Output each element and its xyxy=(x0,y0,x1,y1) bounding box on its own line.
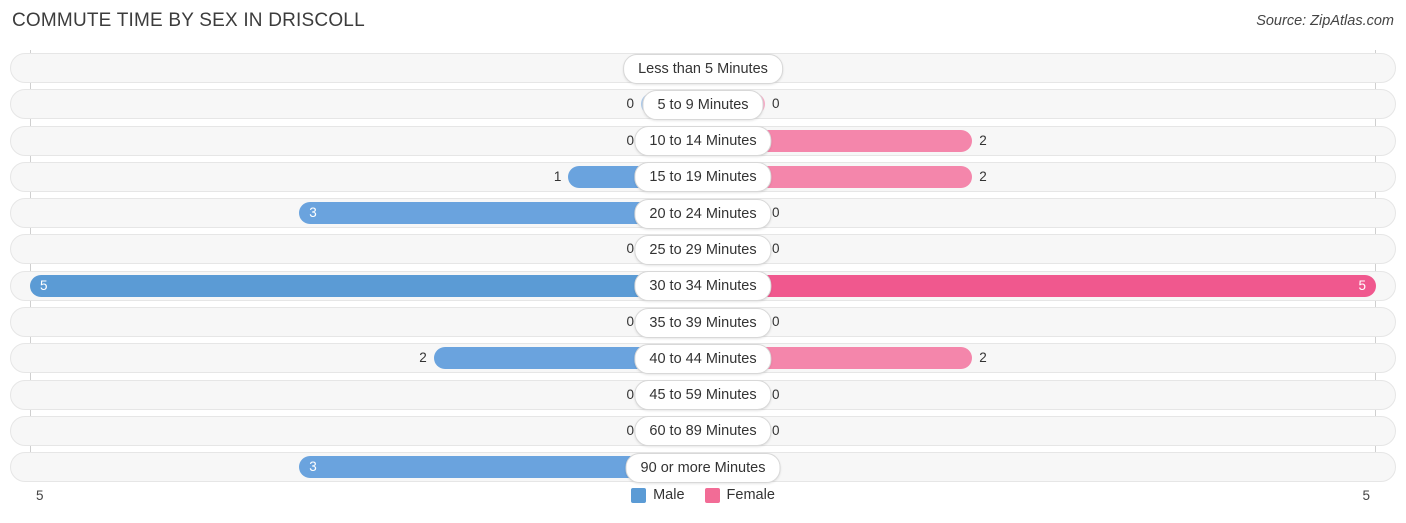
male-value-label: 3 xyxy=(309,459,317,475)
female-value-label: 2 xyxy=(979,168,987,184)
category-label: Less than 5 Minutes xyxy=(623,53,783,84)
male-value-label: 3 xyxy=(309,205,317,221)
male-value-label: 0 xyxy=(626,386,634,402)
female-value-label: 2 xyxy=(979,350,987,366)
commute-time-chart: COMMUTE TIME BY SEX IN DRISCOLL Source: … xyxy=(0,0,1406,523)
chart-row: 00Less than 5 Minutes xyxy=(0,50,1406,86)
chart-row: 1 2 15 to 19 Minutes xyxy=(0,159,1406,195)
chart-row: 0 0 45 to 59 Minutes xyxy=(0,377,1406,413)
chart-row: 0 0 35 to 39 Minutes xyxy=(0,304,1406,340)
female-bar: 5 xyxy=(703,274,1376,297)
chart-row: 0 0 60 to 89 Minutes xyxy=(0,413,1406,449)
female-value-label: 0 xyxy=(772,96,780,112)
female-value-label: 0 xyxy=(772,386,780,402)
category-label: 90 or more Minutes xyxy=(625,452,781,483)
category-label: 20 to 24 Minutes xyxy=(634,198,772,229)
male-value-label: 0 xyxy=(626,422,634,438)
male-bar: 5 xyxy=(30,274,703,297)
chart-row: 0 0 5 to 9 Minutes xyxy=(0,86,1406,122)
chart-row: 2 2 40 to 44 Minutes xyxy=(0,340,1406,376)
legend-swatch-icon xyxy=(631,487,647,503)
category-label: 15 to 19 Minutes xyxy=(634,162,772,193)
legend-label: Male xyxy=(653,487,685,503)
page-title: COMMUTE TIME BY SEX IN DRISCOLL xyxy=(12,10,365,31)
legend-item-male[interactable]: Male xyxy=(631,487,685,503)
chart-row: 3090 or more Minutes xyxy=(0,449,1406,485)
male-value-label: 0 xyxy=(626,132,634,148)
category-label: 5 to 9 Minutes xyxy=(642,89,764,120)
legend-label: Female xyxy=(726,487,775,503)
legend-item-female[interactable]: Female xyxy=(704,487,775,503)
legend-swatch-icon xyxy=(704,487,720,503)
male-value-label: 5 xyxy=(40,277,48,293)
category-label: 30 to 34 Minutes xyxy=(634,271,772,302)
chart-row: 0 2 10 to 14 Minutes xyxy=(0,123,1406,159)
category-label: 35 to 39 Minutes xyxy=(634,307,772,338)
plot-area: 00Less than 5 Minutes005 to 9 Minutes021… xyxy=(0,50,1406,486)
category-label: 60 to 89 Minutes xyxy=(634,416,772,447)
male-value-label: 0 xyxy=(626,96,634,112)
category-label: 45 to 59 Minutes xyxy=(634,380,772,411)
female-value-label: 0 xyxy=(772,422,780,438)
male-value-label: 0 xyxy=(626,241,634,257)
category-label: 10 to 14 Minutes xyxy=(634,126,772,157)
male-value-label: 2 xyxy=(419,350,427,366)
chart-row: 0 0 25 to 29 Minutes xyxy=(0,231,1406,267)
chart-row: 5 5 30 to 34 Minutes xyxy=(0,268,1406,304)
female-value-label: 0 xyxy=(772,205,780,221)
chart-row: 3 0 20 to 24 Minutes xyxy=(0,195,1406,231)
female-value-label: 5 xyxy=(1358,277,1366,293)
chart-footer: 5 5 Male Female xyxy=(0,486,1406,523)
category-label: 40 to 44 Minutes xyxy=(634,343,772,374)
chart-rows: 00Less than 5 Minutes005 to 9 Minutes021… xyxy=(0,50,1406,486)
female-value-label: 0 xyxy=(772,241,780,257)
chart-legend: Male Female xyxy=(0,487,1406,503)
female-value-label: 0 xyxy=(772,314,780,330)
female-value-label: 2 xyxy=(979,132,987,148)
category-label: 25 to 29 Minutes xyxy=(634,234,772,265)
male-value-label: 1 xyxy=(553,168,562,184)
source-attribution: Source: ZipAtlas.com xyxy=(1256,13,1394,29)
male-value-label: 0 xyxy=(626,314,634,330)
